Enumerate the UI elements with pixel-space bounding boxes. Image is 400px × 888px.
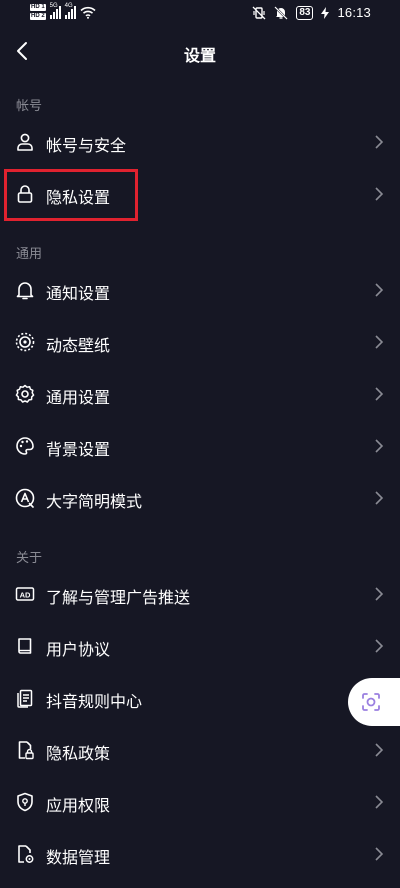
chevron-right-icon — [375, 439, 384, 453]
settings-item-label: 应用权限 — [46, 796, 111, 815]
scan-icon — [362, 693, 380, 711]
ad-icon: AD — [15, 587, 35, 601]
settings-item-label: 大字简明模式 — [46, 492, 143, 511]
settings-item-privacy-policy[interactable]: 隐私政策 — [0, 725, 400, 777]
battery-level: 83 — [296, 5, 314, 20]
settings-item-general-settings[interactable]: 通用设置 — [0, 369, 400, 421]
section-header-general: 通用 — [16, 247, 43, 262]
network-type-1: 5G — [49, 3, 58, 9]
hd-indicator: HD 1 HD 2 — [30, 3, 46, 21]
settings-item-label: 抖音规则中心 — [46, 692, 143, 711]
settings-item-large-text-mode[interactable]: 大字简明模式 — [0, 473, 400, 525]
settings-item-label: 背景设置 — [46, 440, 111, 459]
settings-item-notifications[interactable]: 通知设置 — [0, 265, 400, 317]
hd2-label: HD 2 — [30, 13, 46, 20]
settings-item-label: 通用设置 — [46, 388, 111, 407]
wifi-icon — [80, 6, 96, 19]
chevron-right-icon — [375, 335, 384, 349]
settings-item-label: 隐私政策 — [46, 744, 111, 763]
network-type-2: 4G — [64, 3, 73, 9]
page-title: 设置 — [183, 46, 216, 65]
palette-icon — [16, 437, 34, 455]
wallpaper-icon — [15, 332, 35, 352]
chevron-right-icon — [375, 795, 384, 809]
settings-item-data-management[interactable]: 数据管理 — [0, 829, 400, 881]
settings-item-app-permissions[interactable]: 应用权限 — [0, 777, 400, 829]
vibrate-icon — [252, 6, 266, 19]
chevron-right-icon — [375, 639, 384, 653]
settings-item-account-security[interactable]: 帐号与安全 — [0, 117, 400, 169]
hd1-label: HD 1 — [30, 4, 46, 11]
gear-icon — [15, 384, 35, 403]
chevron-right-icon — [375, 387, 384, 401]
highlight-box — [4, 169, 138, 221]
settings-item-live-wallpaper[interactable]: 动态壁纸 — [0, 317, 400, 369]
settings-item-label: 动态壁纸 — [46, 336, 111, 355]
settings-item-rules-center[interactable]: 抖音规则中心 — [0, 673, 400, 725]
privacy-policy-icon — [18, 741, 34, 760]
settings-item-label: 了解与管理广告推送 — [46, 588, 191, 607]
charging-icon — [321, 6, 330, 19]
header-bar: 设置 — [0, 28, 400, 76]
data-icon — [18, 845, 34, 863]
chevron-right-icon — [375, 491, 384, 505]
ad-icon-text: AD — [20, 590, 31, 599]
chevron-right-icon — [375, 135, 384, 149]
clock: 16:13 — [337, 5, 371, 20]
chevron-right-icon — [375, 283, 384, 297]
bell-icon — [16, 282, 34, 300]
floating-scan-button[interactable] — [348, 678, 400, 726]
signal-icon-1: 5G — [49, 3, 61, 19]
section-header-about: 关于 — [16, 551, 43, 566]
status-bar: HD 1 HD 2 5G 4G 83 16:13 — [0, 0, 400, 28]
settings-item-label: 用户协议 — [46, 640, 111, 659]
book-icon — [18, 638, 32, 654]
chevron-right-icon — [375, 743, 384, 757]
large-text-icon — [15, 488, 35, 508]
chevron-right-icon — [375, 847, 384, 861]
settings-item-label: 帐号与安全 — [46, 136, 127, 155]
alarm-off-icon — [274, 5, 289, 20]
shield-icon — [17, 792, 33, 812]
rules-icon — [17, 689, 33, 708]
person-icon — [17, 133, 33, 151]
settings-item-background[interactable]: 背景设置 — [0, 421, 400, 473]
chevron-right-icon — [375, 587, 384, 601]
chevron-right-icon — [375, 187, 384, 201]
settings-item-label: 数据管理 — [46, 848, 111, 867]
signal-icon-2: 4G — [64, 3, 76, 19]
settings-item-ad-management[interactable]: AD 了解与管理广告推送 — [0, 569, 400, 621]
settings-item-user-agreement[interactable]: 用户协议 — [0, 621, 400, 673]
section-header-account: 帐号 — [16, 99, 43, 114]
settings-item-label: 通知设置 — [46, 284, 111, 303]
